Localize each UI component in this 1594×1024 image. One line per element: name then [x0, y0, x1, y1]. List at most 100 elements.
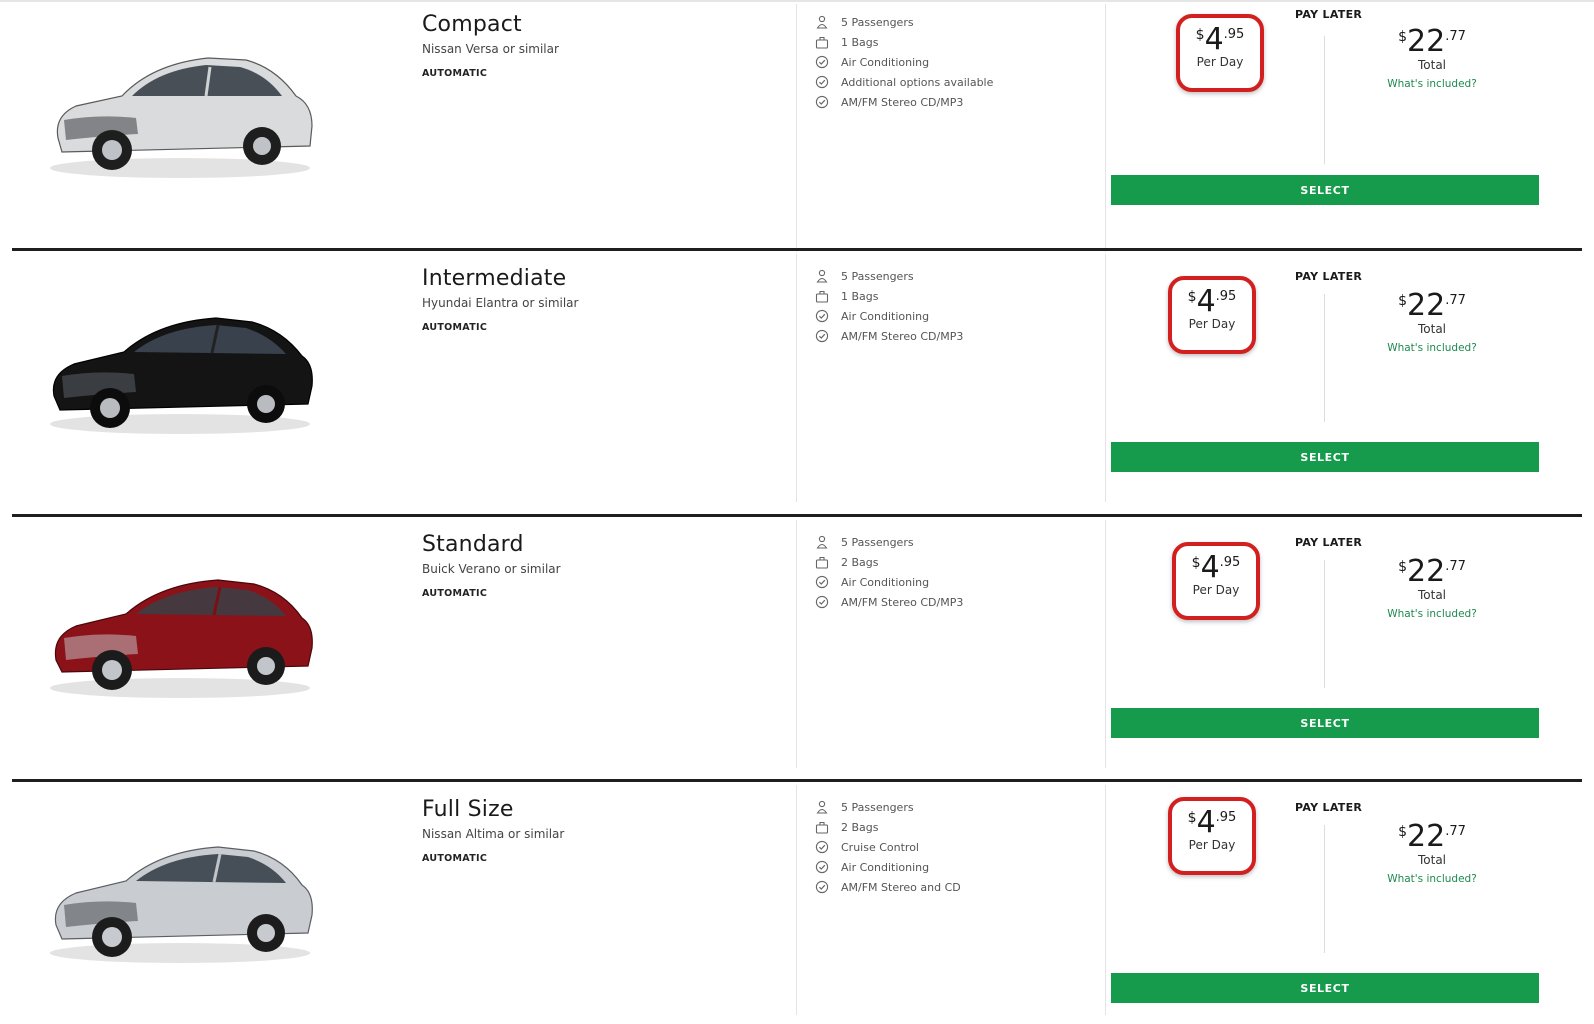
currency-symbol: $: [1398, 293, 1408, 309]
pay-later-label: PAY LATER: [1295, 8, 1363, 21]
check-circle-icon: [815, 309, 829, 323]
feature-item: 5 Passengers: [815, 532, 963, 552]
total-label: Total: [1417, 58, 1447, 72]
per-day-label: Per Day: [1188, 317, 1236, 331]
price-whole: 4: [1204, 22, 1224, 57]
card-divider: [12, 779, 1582, 782]
bag-icon: [815, 289, 829, 303]
feature-item: 5 Passengers: [815, 797, 961, 817]
feature-item: 2 Bags: [815, 817, 961, 837]
price-whole: 22: [1407, 819, 1446, 854]
total-price-block: $ 22 .77 Total What's included?: [1372, 821, 1492, 886]
check-circle-icon: [815, 575, 829, 589]
bag-icon: [815, 820, 829, 834]
feature-list: 5 Passengers 2 Bags Air Conditioning AM/…: [815, 532, 963, 612]
select-button[interactable]: SELECT: [1111, 973, 1539, 1003]
car-illustration: [50, 57, 313, 178]
car-model: Nissan Versa or similar: [422, 42, 559, 56]
price-cents: .95: [1219, 555, 1241, 570]
whats-included-link[interactable]: What's included?: [1372, 342, 1492, 354]
price-divider: [1324, 825, 1325, 953]
car-model: Buick Verano or similar: [422, 562, 561, 576]
feature-label: Cruise Control: [841, 840, 919, 854]
price-whole: 22: [1407, 288, 1446, 323]
price-cents: .95: [1215, 810, 1237, 825]
total-price: $ 22 .77: [1372, 26, 1492, 58]
person-icon: [815, 269, 829, 283]
currency-symbol: $: [1398, 29, 1408, 45]
feature-item: 1 Bags: [815, 286, 963, 306]
bag-icon: [815, 555, 829, 569]
check-circle-icon: [815, 55, 829, 69]
person-icon: [815, 15, 829, 29]
per-day-price: $ 4 .95: [1180, 24, 1260, 56]
select-button[interactable]: SELECT: [1111, 442, 1539, 472]
car-image: [40, 554, 320, 704]
column-divider: [796, 4, 797, 252]
per-day-price: $ 4 .95: [1176, 552, 1256, 584]
check-circle-icon: [815, 75, 829, 89]
check-circle-icon: [815, 329, 829, 343]
transmission-label: AUTOMATIC: [422, 68, 488, 79]
whats-included-link[interactable]: What's included?: [1372, 608, 1492, 620]
feature-label: 5 Passengers: [841, 269, 914, 283]
pay-later-label: PAY LATER: [1295, 801, 1363, 814]
price-whole: 22: [1407, 554, 1446, 589]
total-label: Total: [1417, 853, 1447, 867]
check-circle-icon: [815, 880, 829, 894]
person-icon: [815, 800, 829, 814]
select-button[interactable]: SELECT: [1111, 175, 1539, 205]
feature-label: Air Conditioning: [841, 860, 930, 874]
per-day-label: Per Day: [1192, 583, 1240, 597]
car-class-name: Intermediate: [422, 266, 567, 291]
price-cents: .95: [1215, 289, 1237, 304]
feature-label: Air Conditioning: [841, 575, 930, 589]
feature-label: Air Conditioning: [841, 309, 930, 323]
price-whole: 4: [1196, 284, 1216, 319]
feature-item: AM/FM Stereo CD/MP3: [815, 326, 963, 346]
check-circle-icon: [815, 595, 829, 609]
currency-symbol: $: [1398, 824, 1408, 840]
feature-label: AM/FM Stereo CD/MP3: [841, 95, 964, 109]
feature-list: 5 Passengers 2 Bags Cruise Control Air C…: [815, 797, 961, 897]
feature-item: 2 Bags: [815, 552, 963, 572]
total-label: Total: [1417, 322, 1447, 336]
select-button[interactable]: SELECT: [1111, 708, 1539, 738]
feature-label: Air Conditioning: [841, 55, 930, 69]
car-image: [40, 34, 320, 184]
price-divider: [1324, 294, 1325, 422]
feature-item: Air Conditioning: [815, 857, 961, 877]
total-price: $ 22 .77: [1372, 821, 1492, 853]
per-day-price-box: $ 4 .95 Per Day: [1168, 276, 1256, 354]
feature-label: 2 Bags: [841, 820, 879, 834]
per-day-price-box: $ 4 .95 Per Day: [1168, 797, 1256, 875]
price-divider: [1324, 36, 1325, 164]
currency-symbol: $: [1187, 289, 1197, 305]
check-circle-icon: [815, 860, 829, 874]
feature-label: AM/FM Stereo and CD: [841, 880, 961, 894]
per-day-label: Per Day: [1188, 838, 1236, 852]
price-cents: .77: [1445, 824, 1466, 839]
feature-label: Additional options available: [841, 75, 994, 89]
feature-item: 5 Passengers: [815, 266, 963, 286]
person-icon: [815, 535, 829, 549]
feature-item: Air Conditioning: [815, 52, 993, 72]
feature-item: 1 Bags: [815, 32, 993, 52]
price-cents: .77: [1445, 293, 1466, 308]
whats-included-link[interactable]: What's included?: [1372, 78, 1492, 90]
whats-included-link[interactable]: What's included?: [1372, 873, 1492, 885]
feature-label: AM/FM Stereo CD/MP3: [841, 329, 964, 343]
feature-label: 5 Passengers: [841, 535, 914, 549]
car-card-full-size: Full Size Nissan Altima or similar AUTOM…: [12, 779, 1582, 1024]
car-card-compact: Compact Nissan Versa or similar AUTOMATI…: [12, 0, 1582, 264]
transmission-label: AUTOMATIC: [422, 322, 488, 333]
car-image: [40, 290, 320, 440]
column-divider: [796, 254, 797, 502]
currency-symbol: $: [1187, 810, 1197, 826]
car-class-name: Standard: [422, 532, 524, 557]
currency-symbol: $: [1191, 555, 1201, 571]
pay-later-label: PAY LATER: [1295, 270, 1363, 283]
total-price-block: $ 22 .77 Total What's included?: [1372, 288, 1492, 355]
price-whole: 4: [1200, 550, 1220, 585]
column-divider: [1105, 785, 1106, 1015]
